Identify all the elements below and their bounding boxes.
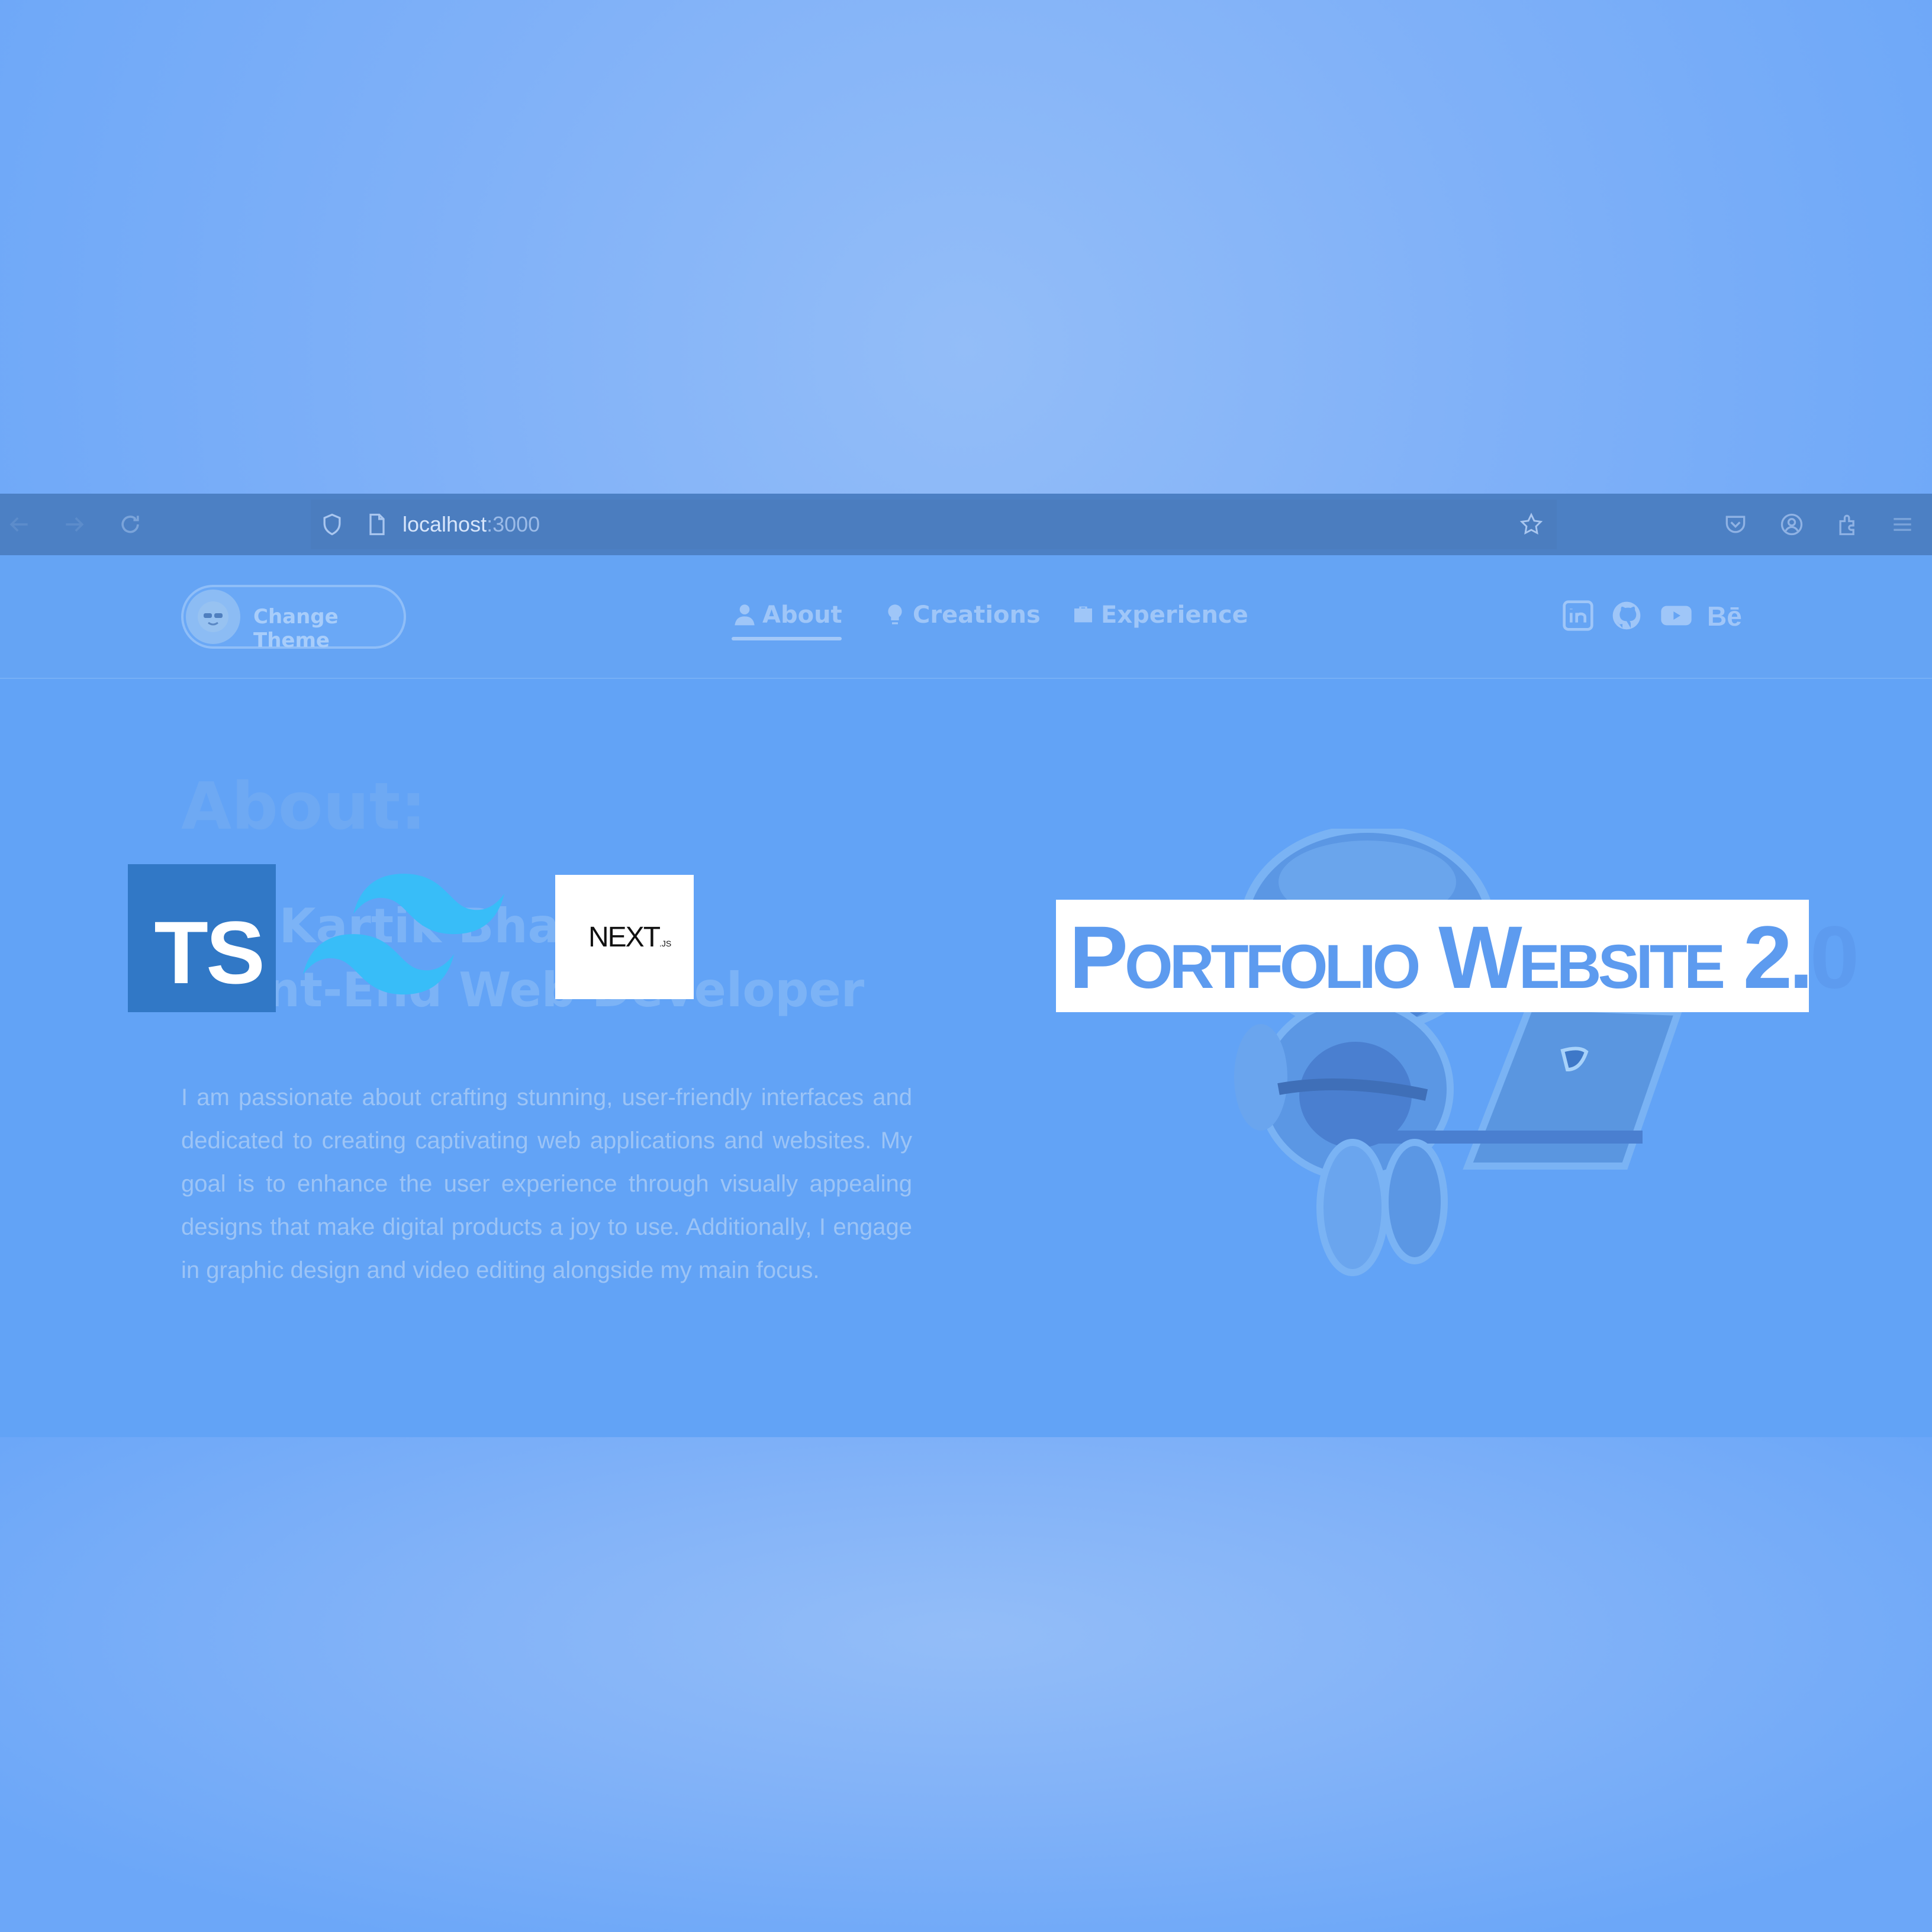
typescript-logo-text: TS	[154, 903, 265, 1002]
typescript-logo: TS	[128, 864, 276, 1012]
about-paragraph: I am passionate about crafting stunning,…	[181, 1084, 912, 1283]
github-icon[interactable]	[1610, 599, 1643, 632]
briefcase-icon	[1074, 606, 1092, 623]
nav-experience[interactable]: Experience	[1071, 601, 1248, 629]
nextjs-logo-word: NEXT	[588, 922, 661, 953]
sun-icon	[186, 590, 240, 644]
active-nav-underline	[732, 637, 842, 640]
forward-icon[interactable]	[62, 511, 88, 537]
change-theme-label: Change Theme	[253, 605, 339, 652]
nav-creations[interactable]: Creations	[883, 601, 1041, 629]
nav-experience-label: Experience	[1101, 601, 1248, 629]
site-header: Change Theme About Creations Experience …	[0, 555, 1932, 679]
youtube-icon[interactable]	[1660, 599, 1693, 632]
intro-role: Front-End Web Developer	[181, 962, 865, 1017]
lightbulb-icon	[888, 604, 902, 624]
robot-illustration	[1234, 829, 1683, 1276]
about-heading: About:	[181, 768, 427, 844]
shield-icon[interactable]	[319, 511, 345, 537]
page-icon	[364, 511, 390, 537]
title-banner-text: Portfolio Website 2.0	[1069, 907, 1859, 1007]
pocket-icon[interactable]	[1722, 511, 1749, 537]
change-theme-button[interactable]: Change Theme	[181, 585, 406, 652]
bookmark-star-icon[interactable]	[1518, 511, 1544, 537]
title-banner: Portfolio Website 2.0	[1056, 900, 1859, 1012]
nav-about-label: About	[762, 601, 842, 629]
reload-icon[interactable]	[117, 511, 143, 537]
browser-toolbar: localhost:3000	[0, 494, 1932, 555]
url-port: :3000	[487, 512, 540, 536]
behance-icon[interactable]: Bē	[1707, 600, 1742, 632]
linkedin-icon[interactable]	[1561, 599, 1595, 632]
extensions-icon[interactable]	[1835, 511, 1861, 537]
tailwind-logo	[303, 874, 504, 995]
nextjs-logo-suffix: .JS	[659, 939, 672, 948]
menu-icon[interactable]	[1889, 511, 1915, 537]
user-icon	[735, 604, 755, 626]
nav-about[interactable]: About	[733, 601, 842, 629]
nextjs-logo-text: NEXT.JS	[588, 921, 671, 954]
nextjs-logo: NEXT.JS	[555, 875, 694, 999]
account-icon[interactable]	[1779, 511, 1805, 537]
back-icon[interactable]	[6, 511, 32, 537]
background-glow	[0, 1437, 1932, 1932]
url-text[interactable]: localhost:3000	[402, 510, 540, 539]
url-host: localhost	[402, 512, 487, 536]
nav-creations-label: Creations	[913, 601, 1041, 629]
